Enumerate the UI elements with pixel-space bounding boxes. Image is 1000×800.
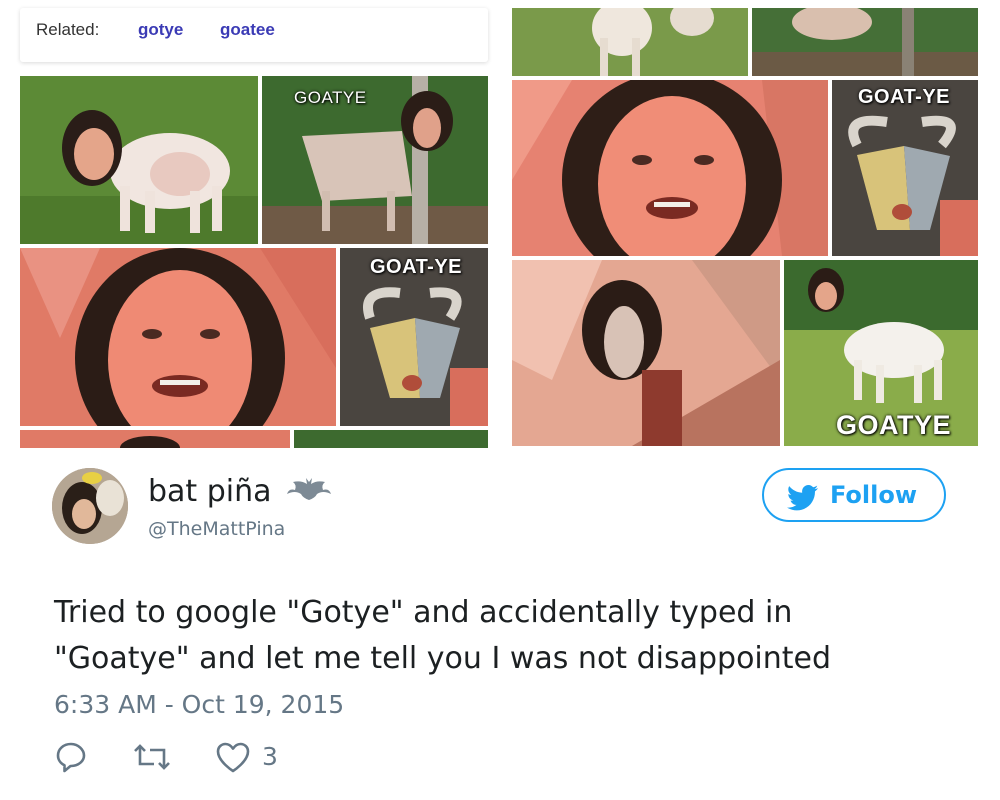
display-name[interactable]: bat piña: [148, 474, 332, 510]
poly-goat-with-hair-photo: [512, 260, 780, 446]
twitter-bird-icon: [787, 485, 819, 511]
related-searches-bar: Related: gotye goatee: [20, 8, 488, 62]
caption-goat-ye-2: GOAT-YE: [858, 86, 951, 108]
like-count: 3: [262, 742, 278, 771]
related-link-gotye[interactable]: gotye: [138, 20, 183, 40]
retweet-icon[interactable]: [132, 740, 172, 778]
tweet-text: Tried to google "Gotye" and accidentally…: [54, 590, 954, 682]
tweet-text-line-2: "Goatye" and let me tell you I was not d…: [54, 641, 832, 676]
image-collage: Related: gotye goatee GOATYE GOAT-YE GOA…: [0, 0, 1000, 452]
related-label: Related:: [36, 20, 100, 39]
display-name-text[interactable]: bat piña: [148, 474, 272, 509]
caption-goat-ye-1: GOAT-YE: [370, 256, 463, 278]
related-link-goatee[interactable]: goatee: [220, 20, 275, 40]
goat-photo-top-1: [512, 8, 748, 76]
poly-goat-photo: GOAT-YE: [340, 248, 488, 426]
tweet-text-line-1: Tried to google "Gotye" and accidentally…: [54, 595, 793, 630]
bat-emoji-icon: [287, 475, 332, 510]
gotye-face-large-photo: [512, 80, 828, 256]
follow-label: Follow: [830, 481, 918, 509]
tweet-timestamp[interactable]: 6:33 AM - Oct 19, 2015: [54, 690, 344, 719]
poly-goat-photo-2: GOAT-YE: [832, 80, 978, 256]
like-heart-icon[interactable]: [214, 740, 252, 778]
white-goat-photo: GOATYE: [784, 260, 978, 446]
follow-button[interactable]: Follow: [762, 468, 946, 522]
user-handle[interactable]: @TheMattPina: [148, 518, 285, 540]
partial-photo-strip: [20, 430, 488, 448]
goat-with-face-photo: [20, 76, 258, 244]
caption-goatye-2: GOATYE: [836, 410, 952, 440]
caption-goatye-1: GOATYE: [294, 88, 367, 107]
gotye-face-photo: [20, 248, 336, 426]
goat-with-hair-photo: GOATYE: [262, 76, 488, 244]
goat-photo-top-2: [752, 8, 978, 76]
avatar[interactable]: [52, 468, 128, 544]
reply-icon[interactable]: [54, 740, 88, 778]
